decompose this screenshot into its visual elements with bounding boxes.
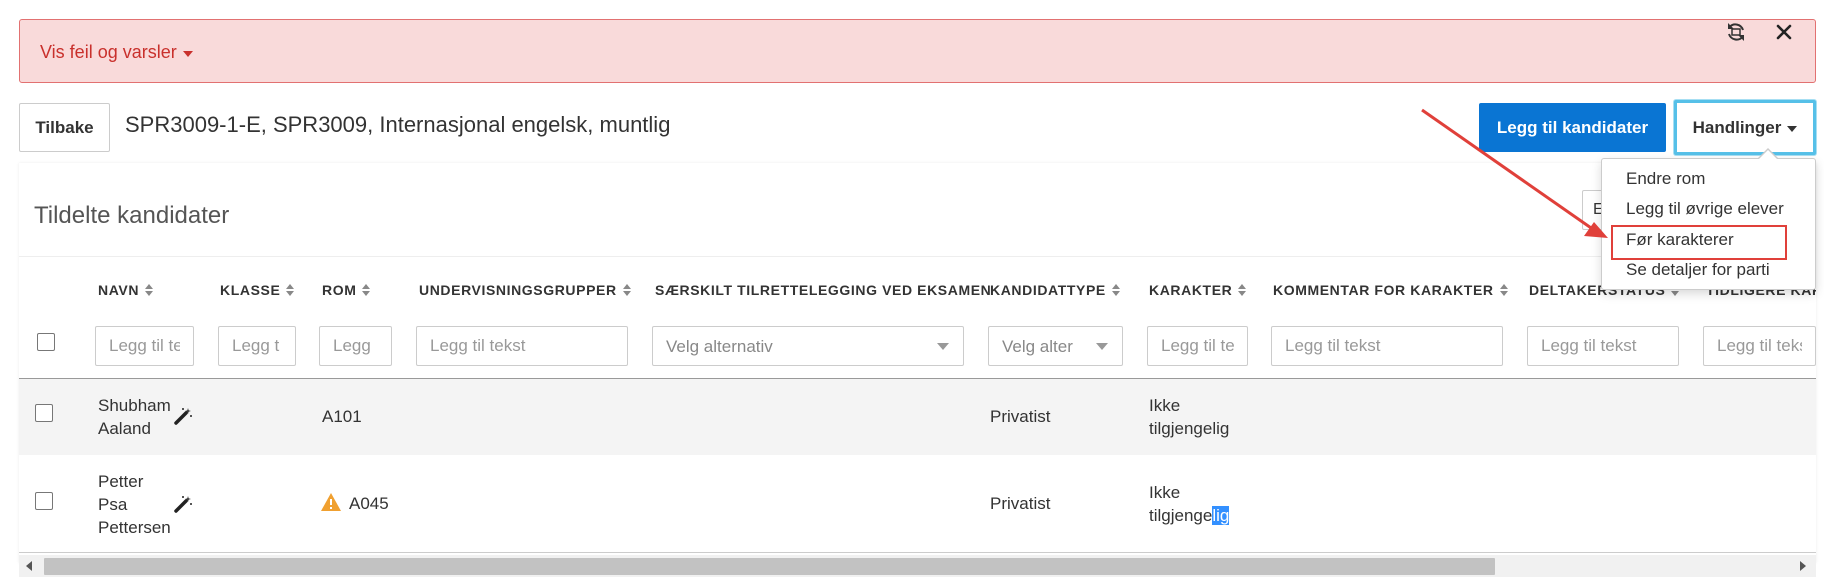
filter-tilrettelegging-select[interactable]: Velg alternativ xyxy=(652,326,964,366)
filter-klasse[interactable] xyxy=(218,326,296,366)
show-errors-label: Vis feil og varsler xyxy=(40,42,177,62)
candidate-name[interactable]: Shubham Aaland xyxy=(98,394,171,440)
chevron-down-icon xyxy=(937,343,949,350)
menu-item-legg-til-ovrige-elever[interactable]: Legg til øvrige elever xyxy=(1626,199,1784,219)
name-line: Shubham xyxy=(98,396,171,415)
karakter-cell: Ikke tilgjengelig xyxy=(1149,481,1230,527)
candidate-name[interactable]: Petter Psa Pettersen xyxy=(98,470,171,539)
show-errors-toggle[interactable]: Vis feil og varsler xyxy=(40,42,193,63)
column-label: NAVN xyxy=(98,282,140,298)
filter-tidligere-karakter[interactable] xyxy=(1703,326,1816,366)
warning-icon xyxy=(320,492,342,512)
selected-text: lig xyxy=(1212,506,1230,525)
column-header-rom[interactable]: ROM xyxy=(322,282,371,298)
sort-icon xyxy=(145,284,154,296)
back-button[interactable]: Tilbake xyxy=(19,103,110,152)
divider xyxy=(19,552,1816,553)
column-label: KLASSE xyxy=(220,282,281,298)
name-line: Pettersen xyxy=(98,518,171,537)
close-icon[interactable] xyxy=(1770,18,1798,46)
menu-caret xyxy=(1759,150,1777,159)
scroll-left-icon[interactable] xyxy=(26,561,32,571)
select-value: Velg alter xyxy=(1002,337,1073,356)
kandidattype-cell: Privatist xyxy=(990,494,1051,513)
column-header-klasse[interactable]: KLASSE xyxy=(220,282,295,298)
karakter-line: Ikke xyxy=(1149,396,1181,415)
actions-button[interactable]: Handlinger xyxy=(1674,100,1816,155)
caret-down-icon xyxy=(182,50,193,57)
column-header-kandidattype[interactable]: KANDIDATTYPE xyxy=(990,282,1120,298)
menu-item-se-detaljer-for-parti[interactable]: Se detaljer for parti xyxy=(1626,260,1770,280)
row-checkbox[interactable] xyxy=(35,492,53,510)
magic-wand-icon[interactable] xyxy=(173,494,193,514)
filter-kommentar[interactable] xyxy=(1271,326,1503,366)
column-header-kommentar[interactable]: KOMMENTAR FOR KARAKTER xyxy=(1273,282,1508,298)
filter-kandidattype-select[interactable]: Velg alter xyxy=(988,326,1123,366)
magic-wand-icon[interactable] xyxy=(173,406,193,426)
row-checkbox[interactable] xyxy=(35,404,53,422)
divider xyxy=(19,256,1816,257)
karakter-line: tilgjengelig xyxy=(1149,419,1230,438)
sort-icon xyxy=(1499,284,1508,296)
table-row xyxy=(19,379,1816,455)
menu-item-endre-rom[interactable]: Endre rom xyxy=(1626,169,1705,189)
column-label: SÆRSKILT TILRETTELEGGING VED EKSAMEN xyxy=(655,282,992,298)
scroll-right-icon[interactable] xyxy=(1800,561,1806,571)
column-label: KARAKTER xyxy=(1149,282,1233,298)
filter-navn[interactable] xyxy=(95,326,194,366)
add-candidates-button[interactable]: Legg til kandidater xyxy=(1479,103,1666,152)
name-line: Aaland xyxy=(98,419,151,438)
rom-cell: A101 xyxy=(322,407,362,426)
scrollbar-thumb[interactable] xyxy=(44,558,1495,575)
column-header-undervisningsgrupper[interactable]: UNDERVISNINGSGRUPPER xyxy=(419,282,631,298)
actions-label: Handlinger xyxy=(1692,117,1782,137)
chevron-down-icon xyxy=(1096,343,1108,350)
filter-karakter[interactable] xyxy=(1147,326,1248,366)
panel-title: Tildelte kandidater xyxy=(34,202,230,229)
sort-icon xyxy=(622,284,631,296)
column-label: KANDIDATTYPE xyxy=(990,282,1106,298)
name-line: Psa xyxy=(98,495,128,514)
filter-undervisningsgrupper[interactable] xyxy=(416,326,628,366)
column-label: ROM xyxy=(322,282,357,298)
sort-icon xyxy=(362,284,371,296)
column-header-karakter[interactable]: KARAKTER xyxy=(1149,282,1247,298)
name-line: Petter xyxy=(98,472,144,491)
karakter-text: tilgjenge xyxy=(1149,506,1213,525)
sort-icon xyxy=(1111,284,1120,296)
column-header-tilrettelegging[interactable]: SÆRSKILT TILRETTELEGGING VED EKSAMEN xyxy=(655,282,991,298)
sort-icon xyxy=(1238,284,1247,296)
rom-cell: A045 xyxy=(349,494,389,513)
select-all-checkbox[interactable] xyxy=(37,333,55,351)
column-label: UNDERVISNINGSGRUPPER xyxy=(419,282,617,298)
select-value: Velg alternativ xyxy=(666,337,773,356)
filter-rom[interactable] xyxy=(319,326,392,366)
kandidattype-cell: Privatist xyxy=(990,407,1051,426)
karakter-line: tilgjengelig xyxy=(1149,504,1230,527)
column-header-navn[interactable]: NAVN xyxy=(98,282,154,298)
sort-icon xyxy=(286,284,295,296)
filter-deltakerstatus[interactable] xyxy=(1527,326,1679,366)
column-label: KOMMENTAR FOR KARAKTER xyxy=(1273,282,1494,298)
karakter-cell: Ikke tilgjengelig xyxy=(1149,394,1229,440)
alert-banner: Vis feil og varsler xyxy=(19,19,1816,83)
annotation-highlight-box xyxy=(1611,225,1787,260)
refresh-icon[interactable] xyxy=(1722,18,1750,46)
page-title: SPR3009-1-E, SPR3009, Internasjonal enge… xyxy=(125,112,671,137)
karakter-line: Ikke xyxy=(1149,483,1181,502)
caret-down-icon xyxy=(1787,125,1798,132)
